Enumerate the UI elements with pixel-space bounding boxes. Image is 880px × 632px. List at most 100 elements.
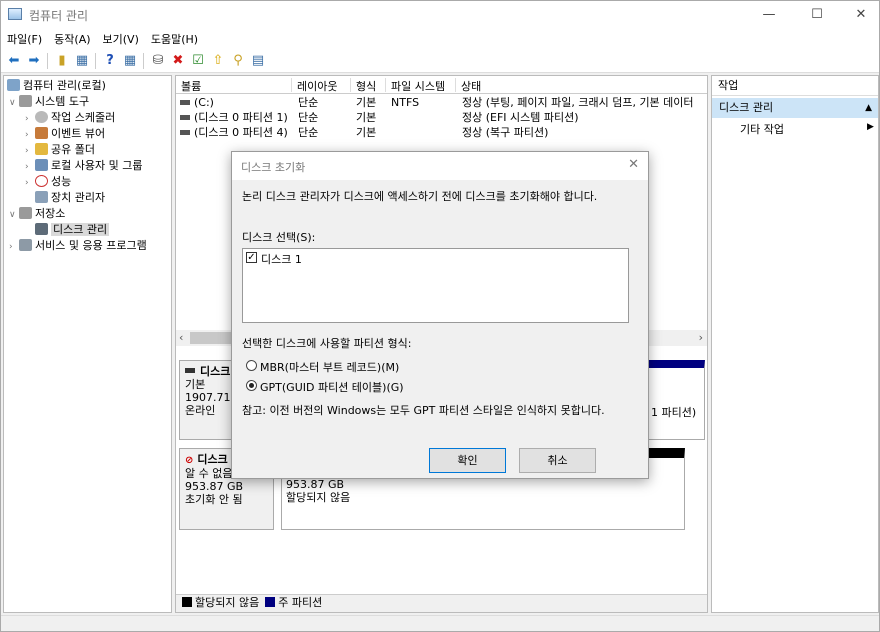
event-viewer-icon	[35, 127, 48, 139]
toolbar-separator	[143, 53, 144, 69]
clock-icon	[35, 111, 48, 123]
mbr-label[interactable]: MBR(마스터 부트 레코드)(M)	[260, 359, 399, 375]
menu-help[interactable]: 도움말(H)	[145, 29, 204, 47]
show-hide-tree-icon[interactable]: ▦	[74, 53, 90, 69]
action-more-actions[interactable]: 기타 작업	[740, 121, 784, 137]
toolbar-separator	[47, 53, 48, 69]
disk-1-partition-state: 할당되지 않음	[286, 491, 351, 504]
tree-item-services[interactable]: › 서비스 및 응용 프로그램	[9, 238, 147, 254]
column-volume[interactable]: 볼륨	[176, 78, 292, 93]
disk-1-list-item[interactable]: 디스크 1	[261, 251, 302, 267]
disk-unknown-icon: ⊘	[185, 455, 194, 466]
tree-item-shared-folders[interactable]: › 공유 폴더	[25, 142, 95, 158]
maximize-button[interactable]: ☐	[795, 1, 839, 29]
volume-layout: 단순	[298, 111, 319, 124]
mbr-radio[interactable]	[246, 360, 257, 371]
volume-type: 기본	[356, 111, 377, 124]
tree-item-event-viewer[interactable]: › 이벤트 뷰어	[25, 126, 105, 142]
volume-column-headers: 볼륨 레이아웃 형식 파일 시스템 상태	[176, 76, 707, 94]
title-bar: 컴퓨터 관리 — ☐ ✕	[1, 1, 879, 29]
disk-1-size: 953.87 GB	[185, 480, 244, 493]
services-icon	[19, 239, 32, 251]
connect-drive-icon[interactable]: ⛁	[150, 53, 166, 69]
volume-type: 기본	[356, 126, 377, 139]
submenu-arrow-icon[interactable]: ▶	[867, 122, 874, 132]
volume-status: 정상 (복구 파티션)	[462, 126, 549, 139]
window-title: 컴퓨터 관리	[29, 9, 89, 23]
menu-file[interactable]: 파일(F)	[1, 29, 48, 47]
computer-management-icon	[8, 8, 22, 20]
chevron-right-icon[interactable]: ›	[25, 143, 35, 159]
check-icon[interactable]: ☑	[190, 53, 206, 69]
disk-0-partition[interactable]: 1 파티션)	[648, 360, 705, 440]
volume-name: (C:)	[194, 96, 214, 109]
partition-style-label: 선택한 디스크에 사용할 파티션 형식:	[242, 337, 412, 350]
help-icon[interactable]: ?	[102, 53, 118, 69]
chevron-right-icon[interactable]: ›	[9, 239, 19, 255]
close-button[interactable]: ✕	[839, 1, 880, 29]
device-manager-icon	[35, 191, 48, 203]
volume-status: 정상 (부팅, 페이지 파일, 크래시 덤프, 기본 데이터	[462, 96, 694, 109]
primary-partition-swatch	[265, 597, 276, 607]
gpt-radio[interactable]	[246, 380, 257, 391]
disk-1-state: 초기화 안 됨	[185, 493, 243, 506]
show-action-pane-icon[interactable]: ▦	[122, 53, 138, 69]
volume-row[interactable]: (C:) 단순 기본 NTFS 정상 (부팅, 페이지 파일, 크래시 덤프, …	[176, 95, 707, 110]
menu-bar: 파일(F) 동작(A) 보기(V) 도움말(H)	[1, 29, 879, 49]
toolbar-separator	[95, 53, 96, 69]
minimize-button[interactable]: —	[747, 1, 791, 29]
disk-1-partition-info: 953.87 GB 할당되지 않음	[286, 478, 350, 504]
disk-1-partition-size: 953.87 GB	[286, 478, 345, 491]
properties-icon[interactable]: ▤	[250, 53, 266, 69]
tree-item-task-scheduler[interactable]: › 작업 스케줄러	[25, 110, 115, 126]
tree-item-device-manager[interactable]: 장치 관리자	[35, 190, 105, 206]
tree-item-system-tools[interactable]: ∨ 시스템 도구	[9, 94, 89, 110]
chevron-right-icon[interactable]: ›	[25, 175, 35, 191]
dialog-title: 디스크 초기화	[241, 161, 306, 174]
ok-button[interactable]: 확인	[429, 448, 506, 473]
scroll-right-icon[interactable]: ›	[699, 331, 703, 344]
tree-item-local-users[interactable]: › 로컬 사용자 및 그룹	[25, 158, 142, 174]
disk-1-checkbox[interactable]: ✓	[246, 252, 257, 263]
folder-up-icon[interactable]: ⇧	[210, 53, 226, 69]
chevron-down-icon[interactable]: ∨	[9, 207, 19, 223]
volume-name: (디스크 0 파티션 1)	[194, 111, 288, 124]
column-type[interactable]: 형식	[351, 78, 386, 93]
actions-header: 작업	[712, 76, 878, 96]
scroll-left-icon[interactable]: ‹	[179, 331, 183, 344]
disk-select-list[interactable]: ✓ 디스크 1	[242, 248, 629, 323]
chevron-right-icon[interactable]: ›	[25, 159, 35, 175]
initialize-disk-dialog: 디스크 초기화 ✕ 논리 디스크 관리자가 디스크에 액세스하기 전에 디스크를…	[231, 151, 649, 479]
volume-row[interactable]: (디스크 0 파티션 4) 단순 기본 정상 (복구 파티션)	[176, 125, 707, 140]
column-status[interactable]: 상태	[456, 78, 707, 93]
forward-arrow-icon[interactable]: ➡	[26, 53, 42, 69]
dialog-title-bar: 디스크 초기화 ✕	[232, 152, 648, 180]
search-folder-icon[interactable]: ⚲	[230, 53, 246, 69]
tree-item-root[interactable]: 컴퓨터 관리(로컬)	[7, 78, 106, 94]
back-arrow-icon[interactable]: ⬅	[6, 53, 22, 69]
menu-action[interactable]: 동작(A)	[48, 29, 96, 47]
tree-item-performance[interactable]: › 성능	[25, 174, 71, 190]
volume-row[interactable]: (디스크 0 파티션 1) 단순 기본 정상 (EFI 시스템 파티션)	[176, 110, 707, 125]
menu-view[interactable]: 보기(V)	[97, 29, 145, 47]
legend-primary: 주 파티션	[278, 596, 323, 609]
chevron-right-icon[interactable]: ›	[25, 111, 35, 127]
delete-icon[interactable]: ✖	[170, 53, 186, 69]
performance-icon	[35, 175, 48, 187]
volume-layout: 단순	[298, 96, 319, 109]
toolbar: ⬅ ➡ ▮ ▦ ? ▦ ⛁ ✖ ☑ ⇧ ⚲ ▤	[1, 49, 879, 73]
tree-item-disk-management[interactable]: 디스크 관리	[35, 222, 110, 238]
computer-management-icon	[7, 79, 20, 91]
dialog-close-icon[interactable]: ✕	[628, 157, 639, 172]
collapse-up-icon[interactable]: ▲	[865, 98, 872, 118]
chevron-right-icon[interactable]: ›	[25, 127, 35, 143]
up-folder-icon[interactable]: ▮	[54, 53, 70, 69]
column-layout[interactable]: 레이아웃	[292, 78, 351, 93]
cancel-button[interactable]: 취소	[519, 448, 596, 473]
drive-icon	[180, 115, 190, 120]
column-file-system[interactable]: 파일 시스템	[386, 78, 456, 93]
tree-item-storage[interactable]: ∨ 저장소	[9, 206, 65, 222]
actions-section-disk-management[interactable]: 디스크 관리 ▲	[712, 98, 878, 118]
gpt-label[interactable]: GPT(GUID 파티션 테이블)(G)	[260, 379, 404, 395]
chevron-down-icon[interactable]: ∨	[9, 95, 19, 111]
